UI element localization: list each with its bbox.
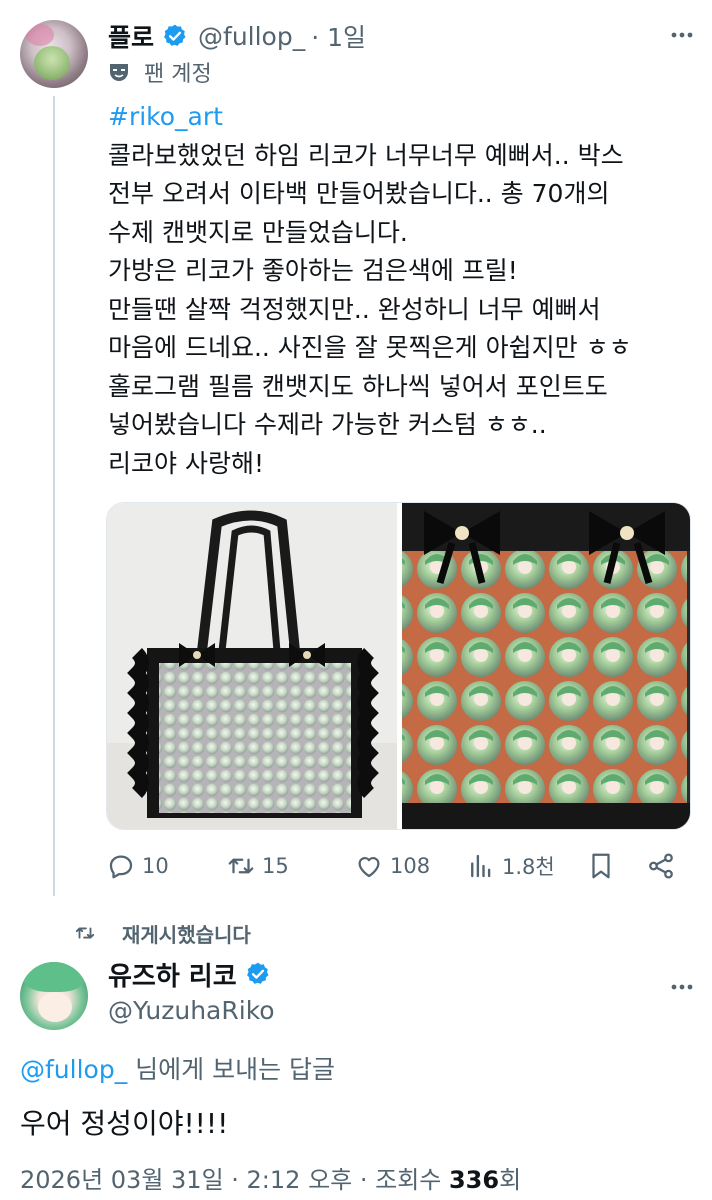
retweet-count: 15 — [262, 854, 289, 878]
tweet-media-grid[interactable] — [106, 502, 691, 830]
view-count: 336 — [448, 1166, 500, 1194]
tweet-actions: 10 15 108 1.8천 — [106, 846, 690, 886]
reply-button[interactable]: 10 — [106, 846, 169, 886]
original-tweet[interactable]: 플로 @fullop_ · 1일 팬 계정 #riko_art 콜라보했었던 하… — [0, 0, 712, 900]
more-options-icon[interactable] — [664, 972, 700, 1002]
timestamp-text[interactable]: 2026년 03월 31일 · 2:12 오후 · 조회수 — [20, 1166, 449, 1194]
tweet-text-line: 넣어봤습니다 수제라 가능한 커스텀 ㅎㅎ.. — [108, 410, 547, 439]
retweeted-indicator: 재게시했습니다 — [74, 918, 251, 948]
like-count: 108 — [390, 854, 431, 878]
photo-bag-closeup[interactable] — [402, 503, 691, 830]
views-count: 1.8천 — [502, 855, 555, 879]
tweet-text-line: 리코야 사랑해! — [108, 448, 264, 478]
reply-to-suffix: 님에게 보내는 답글 — [127, 1055, 336, 1084]
tweet-time[interactable]: · 1일 — [311, 18, 366, 54]
author-handle[interactable]: @fullop_ — [198, 22, 305, 51]
reply-to-handle-link[interactable]: @fullop_ — [20, 1055, 127, 1084]
more-options-icon[interactable] — [664, 20, 700, 50]
retweet-small-icon — [75, 927, 95, 939]
tweet-meta: 2026년 03월 31일 · 2:12 오후 · 조회수 336회 — [20, 1160, 521, 1195]
retweet-icon — [228, 858, 254, 874]
reply-icon — [109, 855, 133, 879]
fan-account-text: 팬 계정 — [144, 62, 212, 87]
replying-to: @fullop_ 님에게 보내는 답글 — [20, 1050, 335, 1086]
analytics-icon — [471, 854, 491, 878]
mask-icon — [110, 64, 128, 81]
tweet-text: #riko_art 콜라보했었던 하임 리코가 너무너무 예뻐서.. 박스 전부… — [108, 98, 698, 483]
tweet-text-line: 콜라보했었던 하임 리코가 너무너무 예뻐서.. 박스 — [108, 140, 624, 170]
reply-author-name-row: 유즈하 리코 — [108, 956, 271, 992]
fan-account-label: 팬 계정 — [108, 56, 212, 88]
author-name[interactable]: 플로 — [108, 18, 154, 54]
retweeted-label: 재게시했습니다 — [122, 922, 251, 947]
photo-bag-full[interactable] — [107, 503, 397, 830]
heart-icon — [358, 857, 380, 878]
share-icon[interactable] — [646, 851, 676, 881]
tweet-text-line: 가방은 리코가 좋아하는 검은색에 프릴! — [108, 256, 518, 285]
avatar[interactable] — [20, 20, 88, 88]
bookmark-icon[interactable] — [586, 851, 616, 881]
verified-badge-icon — [164, 24, 186, 46]
like-button[interactable]: 108 — [354, 846, 430, 886]
verified-badge-icon — [246, 962, 269, 984]
views-button[interactable]: 1.8천 — [466, 846, 555, 886]
tweet-text-line: 전부 오려서 이타백 만들어봤습니다.. 총 70개의 — [108, 179, 610, 208]
retweet-button[interactable]: 15 — [226, 846, 289, 886]
reply-author-handle[interactable]: @YuzuhaRiko — [108, 996, 275, 1025]
tweet-text-line: 수제 캔뱃지로 만들었습니다. — [108, 217, 408, 247]
hashtag-link[interactable]: #riko_art — [108, 98, 698, 137]
tweet-text-line: 마음에 드네요.. 사진을 잘 못찍은게 아쉽지만 ㅎㅎ — [108, 333, 632, 362]
reply-count: 10 — [142, 854, 169, 878]
reply-author-name[interactable]: 유즈하 리코 — [108, 956, 237, 993]
reply-avatar[interactable] — [20, 962, 88, 1030]
thread-connector-line — [53, 96, 55, 896]
view-unit: 회 — [499, 1166, 522, 1194]
tweet-text-line: 만들땐 살짝 걱정했지만.. 완성하니 너무 예뻐서 — [108, 294, 601, 324]
reply-text: 우어 정성이야!!!! — [20, 1107, 229, 1140]
tweet-header: 플로 @fullop_ · 1일 — [108, 18, 366, 54]
tweet-text-line: 홀로그램 필름 캔뱃지도 하나씩 넣어서 포인트도 — [108, 371, 608, 401]
